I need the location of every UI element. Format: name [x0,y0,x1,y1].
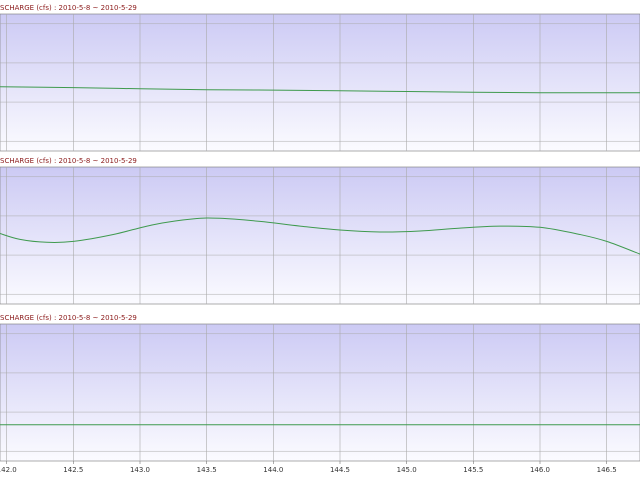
chart-panel-3: SCHARGE (cfs) : 2010-5-8 ~ 2010-5-29 [0,312,640,462]
chart-panel-1: SCHARGE (cfs) : 2010-5-8 ~ 2010-5-29 [0,2,640,152]
x-tick-label: 144.5 [330,466,350,474]
x-axis: 142.0 142.5 143.0 143.5 144.0 144.5 145.0 145.5… [0,461,617,474]
x-tick-label: 143.0 [130,466,150,474]
x-tick-label: 143.5 [197,466,217,474]
x-tick-label: 142.0 [0,466,17,474]
x-tick-label: 142.5 [63,466,83,474]
x-tick-label: 146.5 [597,466,617,474]
panel-title: SCHARGE (cfs) : 2010-5-8 ~ 2010-5-29 [0,157,137,165]
plot-area [0,166,640,305]
x-tick-label: 145.5 [463,466,483,474]
x-tick-label: 145.0 [397,466,417,474]
plot-area [0,13,640,152]
panel-title: SCHARGE (cfs) : 2010-5-8 ~ 2010-5-29 [0,314,137,322]
plot-area [0,323,640,462]
panel-title: SCHARGE (cfs) : 2010-5-8 ~ 2010-5-29 [0,4,137,12]
hydrograph-chart: SCHARGE (cfs) : 2010-5-8 ~ 2010-5-29 SCHA… [0,2,640,474]
chart-panel-2: SCHARGE (cfs) : 2010-5-8 ~ 2010-5-29 [0,155,640,305]
x-tick-label: 144.0 [263,466,283,474]
x-tick-label: 146.0 [530,466,550,474]
